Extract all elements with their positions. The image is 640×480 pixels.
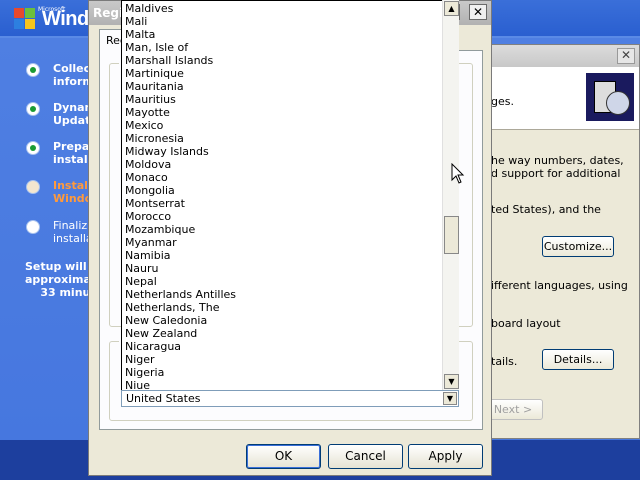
dropdown-item[interactable]: Morocco bbox=[125, 210, 171, 223]
ok-button[interactable]: OK bbox=[246, 444, 321, 469]
back-dialog-title-bar: ✕ bbox=[481, 45, 639, 67]
dropdown-item[interactable]: Nauru bbox=[125, 262, 158, 275]
dropdown-item[interactable]: Netherlands Antilles bbox=[125, 288, 236, 301]
cd-box-icon bbox=[586, 73, 634, 121]
dropdown-item[interactable]: Mozambique bbox=[125, 223, 195, 236]
step-pending-icon bbox=[26, 220, 40, 234]
apply-button[interactable]: Apply bbox=[408, 444, 483, 469]
details-text: tails. bbox=[491, 355, 518, 368]
step-done-icon bbox=[26, 102, 40, 116]
dropdown-item[interactable]: Montserrat bbox=[125, 197, 185, 210]
dropdown-item[interactable]: Moldova bbox=[125, 158, 171, 171]
dropdown-item[interactable]: Man, Isle of bbox=[125, 41, 188, 54]
step-current-icon bbox=[26, 180, 40, 194]
header-text: ges. bbox=[491, 95, 514, 108]
location-dropdown-list[interactable]: Maldives Mali Malta Man, Isle of Marshall Is… bbox=[121, 0, 459, 391]
dropdown-item[interactable]: Nepal bbox=[125, 275, 157, 288]
dropdown-item[interactable]: Mali bbox=[125, 15, 147, 28]
dropdown-item[interactable]: Myanmar bbox=[125, 236, 177, 249]
keyboard-layout-text: board layout bbox=[491, 317, 561, 330]
step-done-icon bbox=[26, 141, 40, 155]
dropdown-item[interactable]: Mayotte bbox=[125, 106, 170, 119]
back-dialog-header: ges. bbox=[481, 67, 639, 130]
dropdown-item[interactable]: Micronesia bbox=[125, 132, 184, 145]
close-icon[interactable]: ✕ bbox=[617, 48, 635, 64]
dropdown-item[interactable]: Netherlands, The bbox=[125, 301, 220, 314]
languages-text: ifferent languages, using bbox=[491, 279, 628, 292]
dropdown-item[interactable]: Niger bbox=[125, 353, 155, 366]
next-button[interactable]: Next > bbox=[483, 399, 543, 420]
dropdown-scrollbar[interactable]: ▲ ▼ bbox=[442, 0, 459, 391]
location-selected-value: United States bbox=[126, 392, 201, 405]
dropdown-item[interactable]: Nicaragua bbox=[125, 340, 181, 353]
scroll-thumb[interactable] bbox=[444, 216, 459, 254]
regional-description: he way numbers, dates, d support for add… bbox=[491, 154, 624, 180]
dropdown-item[interactable]: Maldives bbox=[125, 2, 173, 15]
location-combobox[interactable]: United States ▼ bbox=[121, 390, 459, 407]
dropdown-item[interactable]: Mongolia bbox=[125, 184, 175, 197]
dropdown-item[interactable]: Midway Islands bbox=[125, 145, 209, 158]
step-done-icon bbox=[26, 63, 40, 77]
dropdown-item[interactable]: Mauritania bbox=[125, 80, 184, 93]
close-icon[interactable]: ✕ bbox=[469, 4, 487, 20]
dropdown-item[interactable]: Malta bbox=[125, 28, 155, 41]
regional-location-text: ted States), and the bbox=[491, 203, 601, 216]
dropdown-item[interactable]: Martinique bbox=[125, 67, 184, 80]
mouse-cursor-icon bbox=[451, 163, 465, 184]
cancel-button[interactable]: Cancel bbox=[328, 444, 403, 469]
dropdown-item[interactable]: Namibia bbox=[125, 249, 171, 262]
dropdown-item[interactable]: Nigeria bbox=[125, 366, 164, 379]
windows-flag-icon bbox=[14, 8, 36, 30]
dropdown-item[interactable]: Marshall Islands bbox=[125, 54, 213, 67]
scroll-down-icon[interactable]: ▼ bbox=[444, 374, 459, 389]
time-remaining: Setup will c approximat 33 minu bbox=[25, 260, 97, 299]
dropdown-item[interactable]: Mexico bbox=[125, 119, 163, 132]
dropdown-item[interactable]: New Zealand bbox=[125, 327, 197, 340]
step-label: Install Windo bbox=[53, 179, 93, 205]
chevron-down-icon[interactable]: ▼ bbox=[443, 392, 457, 405]
scroll-up-icon[interactable]: ▲ bbox=[444, 1, 459, 16]
dropdown-item[interactable]: Mauritius bbox=[125, 93, 176, 106]
customize-button[interactable]: Customize... bbox=[542, 236, 614, 257]
dropdown-item[interactable]: Monaco bbox=[125, 171, 168, 184]
regional-options-back-dialog: ✕ ges. he way numbers, dates, d support … bbox=[480, 44, 640, 439]
details-button[interactable]: Details... bbox=[542, 349, 614, 370]
dropdown-item[interactable]: New Caledonia bbox=[125, 314, 207, 327]
